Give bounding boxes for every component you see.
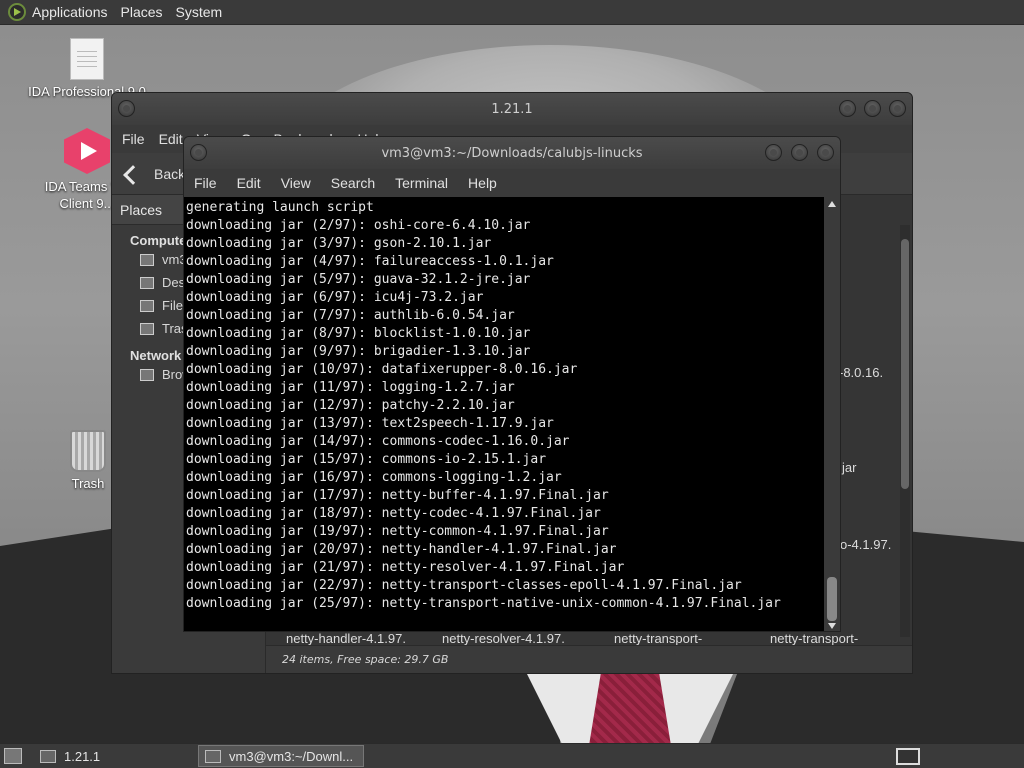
terminal-line: downloading jar (2/97): oshi-core-6.4.10… <box>186 218 531 233</box>
file-label[interactable]: netty-handler-4.1.97. <box>286 631 406 646</box>
status-bar: 24 items, Free space: 29.7 GB <box>266 645 912 673</box>
system-menu[interactable]: System <box>176 4 223 20</box>
terminal-line: downloading jar (6/97): icu4j-73.2.jar <box>186 290 484 305</box>
terminal-line: downloading jar (14/97): commons-codec-1… <box>186 434 570 449</box>
file-label-partial[interactable]: jar <box>842 460 856 475</box>
terminal-titlebar[interactable]: vm3@vm3:~/Downloads/calubjs-linucks <box>184 137 840 169</box>
terminal-line: downloading jar (4/97): failureaccess-1.… <box>186 254 554 269</box>
terminal-title: vm3@vm3:~/Downloads/calubjs-linucks <box>381 145 643 161</box>
bottom-panel: 1.21.1 vm3@vm3:~/Downl... <box>0 743 1024 768</box>
ida-teams-icon <box>64 128 110 174</box>
terminal-line: downloading jar (9/97): brigadier-1.3.10… <box>186 344 531 359</box>
file-label-partial[interactable]: o-4.1.97. <box>840 537 891 552</box>
scrollbar-thumb[interactable] <box>901 239 909 489</box>
show-desktop-icon[interactable] <box>4 748 22 764</box>
menu-view[interactable]: View <box>281 175 311 191</box>
file-label[interactable]: netty-transport- <box>614 631 702 646</box>
taskbar-item-terminal[interactable]: vm3@vm3:~/Downl... <box>198 745 364 767</box>
file-label-partial[interactable]: -8.0.16. <box>839 365 883 380</box>
terminal-line: downloading jar (11/97): logging-1.2.7.j… <box>186 380 515 395</box>
terminal-line: downloading jar (8/97): blocklist-1.0.10… <box>186 326 531 341</box>
terminal-line: downloading jar (7/97): authlib-6.0.54.j… <box>186 308 515 323</box>
distro-logo-icon[interactable] <box>8 3 26 21</box>
minimize-button[interactable] <box>839 100 856 117</box>
terminal-line: downloading jar (19/97): netty-common-4.… <box>186 524 609 539</box>
window-menu-button[interactable] <box>118 100 135 117</box>
maximize-button[interactable] <box>791 144 808 161</box>
minimize-button[interactable] <box>765 144 782 161</box>
back-button[interactable]: Back <box>154 166 185 182</box>
menu-terminal[interactable]: Terminal <box>395 175 448 191</box>
terminal-line: downloading jar (17/97): netty-buffer-4.… <box>186 488 609 503</box>
back-arrow-icon[interactable] <box>122 163 144 185</box>
close-button[interactable] <box>817 144 834 161</box>
terminal-line: downloading jar (13/97): text2speech-1.1… <box>186 416 554 431</box>
folder-icon <box>40 749 56 763</box>
terminal-line: downloading jar (12/97): patchy-2.2.10.j… <box>186 398 515 413</box>
terminal-line: downloading jar (18/97): netty-codec-4.1… <box>186 506 601 521</box>
top-panel: Applications Places System <box>0 0 1024 25</box>
document-icon <box>70 38 104 80</box>
file-view-scrollbar[interactable] <box>900 225 910 637</box>
terminal-line: downloading jar (10/97): datafixerupper-… <box>186 362 578 377</box>
terminal-line: generating launch script <box>186 200 374 215</box>
terminal-line: downloading jar (25/97): netty-transport… <box>186 596 781 611</box>
taskbar-item-label: 1.21.1 <box>64 748 101 764</box>
terminal-line: downloading jar (22/97): netty-transport… <box>186 578 742 593</box>
terminal-scrollbar[interactable] <box>824 197 840 631</box>
menu-edit[interactable]: Edit <box>237 175 261 191</box>
places-menu[interactable]: Places <box>121 4 163 20</box>
terminal-window: vm3@vm3:~/Downloads/calubjs-linucks File… <box>183 136 841 632</box>
terminal-line: downloading jar (15/97): commons-io-2.15… <box>186 452 547 467</box>
terminal-output[interactable]: generating launch script downloading jar … <box>184 197 826 631</box>
trash-icon <box>70 430 106 472</box>
workspace-switcher[interactable] <box>896 748 920 765</box>
menu-file[interactable]: File <box>122 131 145 147</box>
menu-help[interactable]: Help <box>468 175 497 191</box>
applications-menu[interactable]: Applications <box>32 4 108 20</box>
terminal-icon <box>205 749 221 763</box>
menu-search[interactable]: Search <box>331 175 375 191</box>
terminal-line: downloading jar (21/97): netty-resolver-… <box>186 560 625 575</box>
taskbar-item-label: vm3@vm3:~/Downl... <box>229 748 354 764</box>
menu-file[interactable]: File <box>194 175 217 191</box>
terminal-line: downloading jar (20/97): netty-handler-4… <box>186 542 617 557</box>
terminal-menubar: File Edit View Search Terminal Help <box>184 169 840 197</box>
network-icon <box>140 368 154 381</box>
file-manager-titlebar[interactable]: 1.21.1 <box>112 93 912 125</box>
file-label[interactable]: netty-resolver-4.1.97. <box>442 631 565 646</box>
drive-icon <box>140 299 154 312</box>
taskbar-item-file-manager[interactable]: 1.21.1 <box>34 745 194 767</box>
terminal-line: downloading jar (16/97): commons-logging… <box>186 470 562 485</box>
menu-edit[interactable]: Edit <box>159 131 183 147</box>
file-manager-title: 1.21.1 <box>491 101 533 117</box>
trash-icon <box>140 322 154 335</box>
maximize-button[interactable] <box>864 100 881 117</box>
terminal-line: downloading jar (3/97): gson-2.10.1.jar <box>186 236 492 251</box>
scrollbar-thumb[interactable] <box>827 577 837 621</box>
home-folder-icon <box>140 253 154 266</box>
file-label[interactable]: netty-transport- <box>770 631 858 646</box>
terminal-line: downloading jar (5/97): guava-32.1.2-jre… <box>186 272 531 287</box>
desktop-folder-icon <box>140 276 154 289</box>
close-button[interactable] <box>889 100 906 117</box>
scroll-down-icon[interactable] <box>828 623 836 629</box>
scroll-up-icon[interactable] <box>828 201 836 207</box>
window-menu-button[interactable] <box>190 144 207 161</box>
desktop-icon-ida-professional[interactable]: IDA Professional 9.0 <box>27 38 147 99</box>
